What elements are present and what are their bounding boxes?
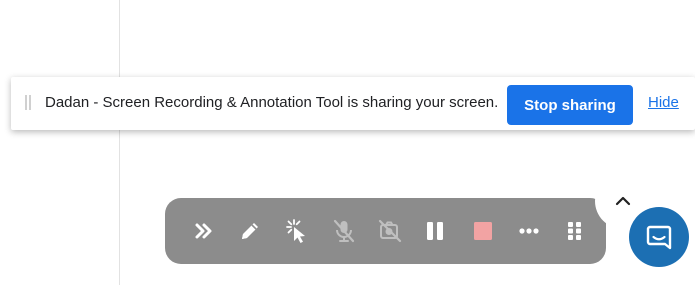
pause-icon bbox=[427, 222, 443, 240]
mic-off-icon bbox=[333, 219, 355, 243]
pencil-icon bbox=[242, 223, 258, 239]
chevron-up-icon bbox=[615, 196, 631, 206]
screen-share-notification-bar: Dadan - Screen Recording & Annotation To… bbox=[11, 77, 695, 130]
collapse-toolbar-button[interactable] bbox=[188, 215, 220, 247]
chat-launcher-button[interactable] bbox=[629, 207, 689, 267]
stop-square-icon bbox=[474, 222, 492, 240]
camera-off-icon bbox=[378, 219, 402, 243]
microphone-toggle-button[interactable] bbox=[328, 215, 360, 247]
more-horizontal-icon bbox=[519, 228, 539, 234]
page-divider-line bbox=[119, 0, 120, 285]
stop-sharing-button[interactable]: Stop sharing bbox=[507, 85, 633, 125]
cursor-click-icon bbox=[286, 219, 305, 243]
recording-toolbar bbox=[165, 198, 606, 264]
grid-icon bbox=[568, 222, 581, 240]
click-effect-button[interactable] bbox=[281, 215, 313, 247]
double-chevron-right-icon bbox=[195, 223, 212, 239]
drag-handle-icon[interactable] bbox=[25, 95, 31, 110]
camera-toggle-button[interactable] bbox=[374, 215, 406, 247]
pause-recording-button[interactable] bbox=[419, 215, 451, 247]
sharing-message: Dadan - Screen Recording & Annotation To… bbox=[45, 94, 499, 111]
more-options-button[interactable] bbox=[513, 215, 545, 247]
pen-tool-button[interactable] bbox=[234, 215, 266, 247]
hide-link[interactable]: Hide bbox=[648, 94, 679, 111]
apps-menu-button[interactable] bbox=[559, 215, 591, 247]
chat-bubble-icon bbox=[646, 225, 672, 250]
stop-recording-button[interactable] bbox=[467, 215, 499, 247]
